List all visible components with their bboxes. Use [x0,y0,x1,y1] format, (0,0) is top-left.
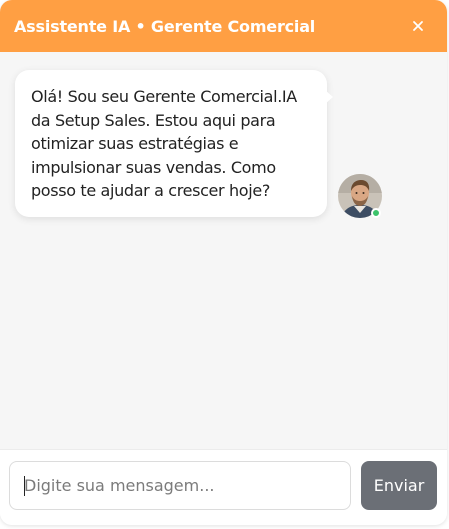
composer: Enviar [0,449,447,525]
chat-title: Assistente IA • Gerente Comercial [14,16,316,36]
close-button[interactable] [407,15,429,37]
chat-header: Assistente IA • Gerente Comercial [0,0,447,52]
close-icon [413,21,423,31]
send-button[interactable]: Enviar [361,461,437,510]
avatar [337,173,383,219]
text-caret [24,476,25,496]
message-input[interactable] [9,461,351,510]
chat-widget: Assistente IA • Gerente Comercial Olá! S… [0,0,447,525]
assistant-message: Olá! Sou seu Gerente Comercial.IA da Set… [15,70,385,220]
message-list[interactable]: Olá! Sou seu Gerente Comercial.IA da Set… [0,52,447,449]
bubble-tail [325,90,333,104]
message-text: Olá! Sou seu Gerente Comercial.IA da Set… [31,87,297,200]
online-status-dot [371,208,381,218]
message-bubble: Olá! Sou seu Gerente Comercial.IA da Set… [15,70,327,217]
